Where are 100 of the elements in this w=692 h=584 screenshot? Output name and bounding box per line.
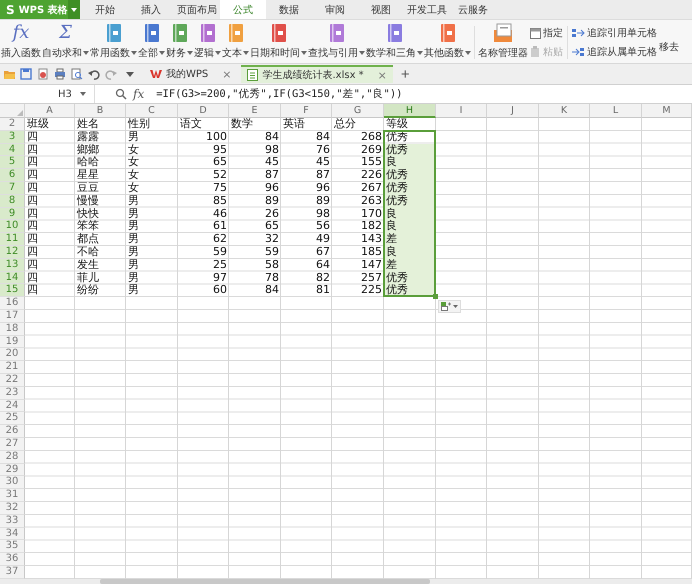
- row-header[interactable]: 3: [0, 130, 25, 144]
- ribbon-button[interactable]: 指定: [529, 26, 564, 40]
- zoom-icon[interactable]: [115, 88, 127, 100]
- table-cell-text: 82: [315, 272, 331, 284]
- row-header[interactable]: 34: [0, 528, 25, 540]
- insert-function-button[interactable]: fx: [133, 87, 144, 101]
- document-tab[interactable]: 学生成绩统计表.xlsx * ×: [241, 65, 393, 83]
- row-header[interactable]: 15: [0, 284, 25, 298]
- row-header[interactable]: 25: [0, 412, 25, 426]
- menu-tab[interactable]: 云服务: [450, 0, 496, 19]
- column-header[interactable]: M: [642, 104, 692, 118]
- row-header[interactable]: 17: [0, 310, 25, 323]
- column-header[interactable]: E: [229, 104, 281, 118]
- row-header[interactable]: 14: [0, 272, 25, 284]
- row-header[interactable]: 7: [0, 182, 25, 195]
- table-cell-text: 四: [26, 130, 39, 144]
- name-manager-button[interactable]: 名称管理器: [478, 22, 528, 63]
- row-header[interactable]: 18: [0, 322, 25, 336]
- ribbon-button[interactable]: 财务: [166, 22, 193, 63]
- row-header[interactable]: 33: [0, 514, 25, 528]
- close-button[interactable]: ×: [212, 68, 232, 80]
- document-tab[interactable]: 我的WPS ×: [144, 64, 238, 84]
- app-dropdown-button[interactable]: [68, 0, 80, 19]
- row-header[interactable]: 27: [0, 438, 25, 451]
- save-icon[interactable]: [20, 68, 32, 80]
- row-header[interactable]: 29: [0, 464, 25, 476]
- row-header[interactable]: 11: [0, 233, 25, 246]
- ribbon-button[interactable]: 查找与引用: [308, 22, 365, 63]
- ribbon-button[interactable]: 文本: [222, 22, 249, 63]
- row-header[interactable]: 10: [0, 220, 25, 234]
- ribbon-button[interactable]: Σ 自动求和: [42, 22, 89, 63]
- column-header[interactable]: G: [332, 104, 384, 118]
- close-button[interactable]: ×: [368, 68, 387, 82]
- undo-icon[interactable]: [88, 68, 100, 80]
- row-header[interactable]: 23: [0, 386, 25, 400]
- row-header[interactable]: 6: [0, 169, 25, 182]
- ribbon-button[interactable]: 其他函数: [424, 22, 471, 63]
- table-cell-text: 96: [315, 182, 331, 195]
- ribbon-button[interactable]: 数学和三角: [366, 22, 423, 63]
- ribbon-button[interactable]: 全部: [138, 22, 165, 63]
- table-cell-text: 75: [212, 182, 228, 195]
- table-cell: 良: [384, 220, 436, 234]
- row-header[interactable]: 26: [0, 425, 25, 438]
- column-header[interactable]: F: [281, 104, 332, 118]
- column-header[interactable]: K: [539, 104, 590, 118]
- row-header[interactable]: 5: [0, 156, 25, 170]
- column-header[interactable]: C: [126, 104, 178, 118]
- column-header[interactable]: H: [384, 104, 436, 118]
- caret-icon[interactable]: [126, 72, 134, 76]
- menu-tab[interactable]: 开始: [82, 0, 128, 19]
- ribbon-button[interactable]: 追踪从属单元格: [571, 44, 658, 59]
- row-header[interactable]: 31: [0, 489, 25, 502]
- menu-tab[interactable]: 审阅: [312, 0, 358, 19]
- formula-field[interactable]: =IF(G3>=200,"优秀",IF(G3<150,"差","良")): [156, 87, 403, 101]
- row-header[interactable]: 16: [0, 297, 25, 310]
- row-header[interactable]: 36: [0, 553, 25, 566]
- paste-options-button[interactable]: [438, 300, 461, 314]
- menu-tab[interactable]: 视图: [358, 0, 404, 19]
- table-cell-text: 四: [26, 182, 39, 195]
- row-header[interactable]: 2: [0, 118, 25, 131]
- ribbon-button[interactable]: fx 插入函数: [1, 22, 41, 63]
- row-header[interactable]: 19: [0, 336, 25, 348]
- fill-handle[interactable]: [433, 294, 438, 300]
- row-header[interactable]: 8: [0, 194, 25, 208]
- row-header[interactable]: 37: [0, 566, 25, 579]
- menu-tab[interactable]: 页面布局: [174, 0, 220, 19]
- menu-tab[interactable]: 插入: [128, 0, 174, 19]
- column-header[interactable]: D: [178, 104, 229, 118]
- print-preview-icon[interactable]: [71, 68, 83, 80]
- column-header[interactable]: I: [436, 104, 487, 118]
- row-header[interactable]: 21: [0, 361, 25, 374]
- row-header[interactable]: 9: [0, 208, 25, 220]
- column-header[interactable]: A: [25, 104, 75, 118]
- ribbon-button[interactable]: 逻辑: [194, 22, 221, 63]
- ribbon-button[interactable]: 常用函数: [90, 22, 137, 63]
- ribbon-button[interactable]: 追踪引用单元格: [571, 26, 658, 40]
- column-header[interactable]: B: [75, 104, 126, 118]
- row-header[interactable]: 20: [0, 348, 25, 362]
- column-header[interactable]: J: [487, 104, 539, 118]
- menu-tab[interactable]: 公式: [220, 0, 266, 19]
- row-header[interactable]: 32: [0, 502, 25, 515]
- row-header[interactable]: 13: [0, 258, 25, 272]
- row-header[interactable]: 35: [0, 540, 25, 554]
- row-header[interactable]: 30: [0, 476, 25, 490]
- row-header[interactable]: 28: [0, 450, 25, 464]
- column-header[interactable]: L: [590, 104, 642, 118]
- app-menu-button[interactable]: S WPS 表格: [0, 0, 68, 19]
- row-header[interactable]: 4: [0, 144, 25, 156]
- row-header[interactable]: 24: [0, 400, 25, 412]
- ribbon-button[interactable]: 日期和时间: [250, 22, 307, 63]
- table-cell-text: 男: [127, 220, 140, 233]
- row-header[interactable]: 22: [0, 374, 25, 387]
- new-tab-button[interactable]: +: [396, 66, 414, 82]
- print-icon[interactable]: [54, 68, 66, 80]
- row-header[interactable]: 12: [0, 246, 25, 259]
- menu-tab[interactable]: 开发工具: [404, 0, 450, 19]
- horizontal-scrollbar[interactable]: [100, 579, 430, 584]
- table-cell-text: 46: [212, 208, 228, 220]
- menu-tab[interactable]: 数据: [266, 0, 312, 19]
- table-cell-text: 84: [315, 130, 331, 144]
